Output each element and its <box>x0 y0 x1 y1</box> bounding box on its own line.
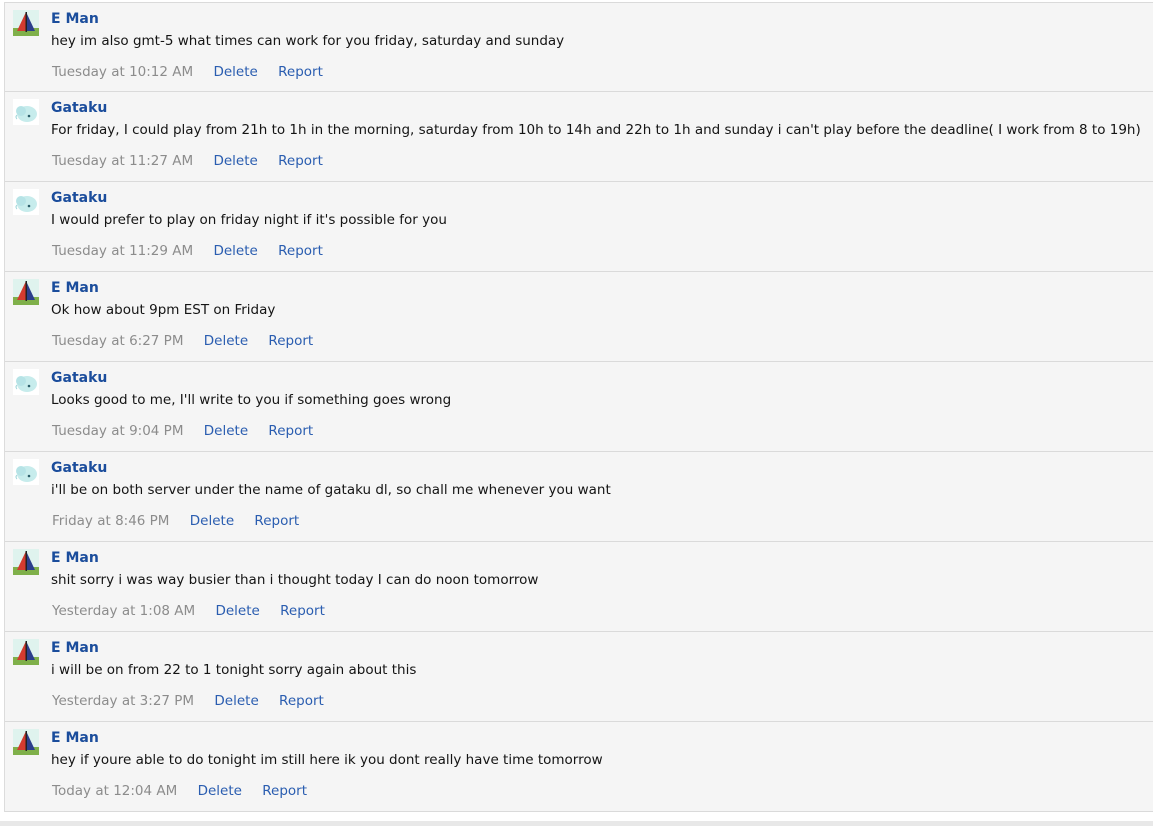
message-meta: Friday at 8:46 PM Delete Report <box>52 513 315 529</box>
message-timestamp[interactable]: Tuesday at 9:04 PM <box>52 423 183 439</box>
message-author[interactable]: Gataku <box>51 190 107 206</box>
report-link[interactable]: Report <box>268 333 313 349</box>
message-timestamp[interactable]: Tuesday at 6:27 PM <box>52 333 183 349</box>
thread-bottom-edge <box>0 821 1153 826</box>
message-meta: Tuesday at 9:04 PM Delete Report <box>52 423 329 439</box>
report-link[interactable]: Report <box>254 513 299 529</box>
message-author[interactable]: E Man <box>51 280 99 296</box>
sailboat-avatar-icon[interactable] <box>13 639 39 665</box>
report-link[interactable]: Report <box>278 243 323 259</box>
message-timestamp[interactable]: Tuesday at 10:12 AM <box>52 64 193 80</box>
message-text: Ok how about 9pm EST on Friday <box>51 302 276 318</box>
message-author[interactable]: E Man <box>51 550 99 566</box>
message-thread: E Man hey im also gmt-5 what times can w… <box>4 2 1153 812</box>
delete-link[interactable]: Delete <box>204 333 248 349</box>
message-author[interactable]: E Man <box>51 730 99 746</box>
message-author[interactable]: E Man <box>51 640 99 656</box>
report-link[interactable]: Report <box>280 603 325 619</box>
message-item: Gataku For friday, I could play from 21h… <box>5 92 1153 182</box>
message-meta: Tuesday at 10:12 AM Delete Report <box>52 64 339 80</box>
message-timestamp[interactable]: Friday at 8:46 PM <box>52 513 169 529</box>
message-author[interactable]: Gataku <box>51 460 107 476</box>
message-timestamp[interactable]: Tuesday at 11:27 AM <box>52 153 193 169</box>
message-item: E Man hey im also gmt-5 what times can w… <box>5 2 1153 92</box>
message-item: E Man Ok how about 9pm EST on Friday Tue… <box>5 272 1153 362</box>
message-item: E Man shit sorry i was way busier than i… <box>5 542 1153 632</box>
message-text: shit sorry i was way busier than i thoug… <box>51 572 539 588</box>
delete-link[interactable]: Delete <box>213 64 257 80</box>
message-author[interactable]: Gataku <box>51 100 107 116</box>
sailboat-avatar-icon[interactable] <box>13 10 39 36</box>
message-text: i'll be on both server under the name of… <box>51 482 611 498</box>
delete-link[interactable]: Delete <box>215 603 259 619</box>
message-text: hey im also gmt-5 what times can work fo… <box>51 33 565 49</box>
message-item: Gataku i'll be on both server under the … <box>5 452 1153 542</box>
message-meta: Yesterday at 1:08 AM Delete Report <box>52 603 341 619</box>
message-author[interactable]: E Man <box>51 11 99 27</box>
bird-avatar-icon[interactable] <box>13 99 39 125</box>
message-timestamp[interactable]: Yesterday at 3:27 PM <box>52 693 194 709</box>
message-item: E Man i will be on from 22 to 1 tonight … <box>5 632 1153 722</box>
report-link[interactable]: Report <box>268 423 313 439</box>
message-text: I would prefer to play on friday night i… <box>51 212 447 228</box>
message-timestamp[interactable]: Tuesday at 11:29 AM <box>52 243 193 259</box>
report-link[interactable]: Report <box>262 783 307 799</box>
delete-link[interactable]: Delete <box>213 153 257 169</box>
bird-avatar-icon[interactable] <box>13 369 39 395</box>
report-link[interactable]: Report <box>278 64 323 80</box>
message-meta: Tuesday at 6:27 PM Delete Report <box>52 333 329 349</box>
bird-avatar-icon[interactable] <box>13 459 39 485</box>
message-timestamp[interactable]: Yesterday at 1:08 AM <box>52 603 195 619</box>
message-meta: Today at 12:04 AM Delete Report <box>52 783 323 799</box>
message-text: For friday, I could play from 21h to 1h … <box>51 122 1141 138</box>
message-item: E Man hey if youre able to do tonight im… <box>5 722 1153 812</box>
message-item: Gataku I would prefer to play on friday … <box>5 182 1153 272</box>
bird-avatar-icon[interactable] <box>13 189 39 215</box>
sailboat-avatar-icon[interactable] <box>13 549 39 575</box>
message-item: Gataku Looks good to me, I'll write to y… <box>5 362 1153 452</box>
delete-link[interactable]: Delete <box>214 693 258 709</box>
delete-link[interactable]: Delete <box>204 423 248 439</box>
message-meta: Tuesday at 11:29 AM Delete Report <box>52 243 339 259</box>
report-link[interactable]: Report <box>279 693 324 709</box>
delete-link[interactable]: Delete <box>190 513 234 529</box>
message-meta: Yesterday at 3:27 PM Delete Report <box>52 693 340 709</box>
sailboat-avatar-icon[interactable] <box>13 279 39 305</box>
message-meta: Tuesday at 11:27 AM Delete Report <box>52 153 339 169</box>
sailboat-avatar-icon[interactable] <box>13 729 39 755</box>
message-text: i will be on from 22 to 1 tonight sorry … <box>51 662 417 678</box>
message-text: Looks good to me, I'll write to you if s… <box>51 392 452 408</box>
delete-link[interactable]: Delete <box>198 783 242 799</box>
delete-link[interactable]: Delete <box>213 243 257 259</box>
message-author[interactable]: Gataku <box>51 370 107 386</box>
message-timestamp[interactable]: Today at 12:04 AM <box>52 783 177 799</box>
message-text: hey if youre able to do tonight im still… <box>51 752 603 768</box>
report-link[interactable]: Report <box>278 153 323 169</box>
